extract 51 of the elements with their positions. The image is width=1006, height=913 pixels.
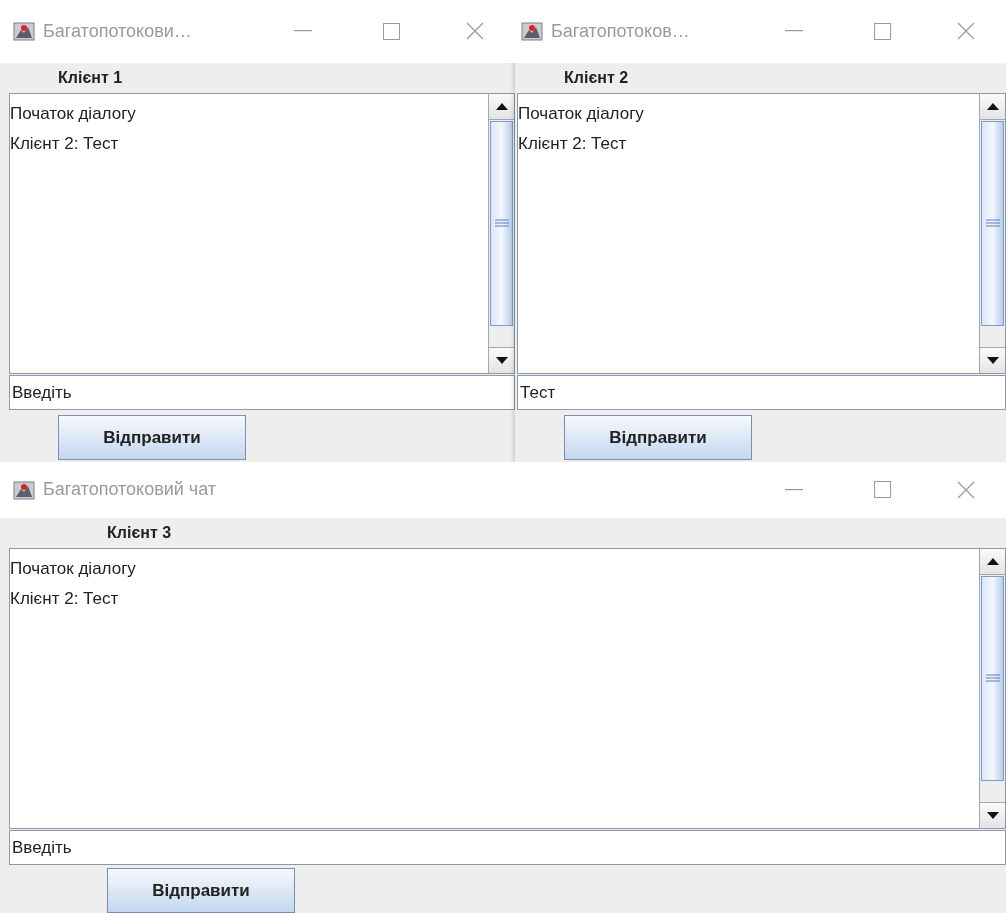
- chat-message: Початок діалогу: [10, 557, 136, 580]
- scrollbar[interactable]: [979, 93, 1005, 374]
- window-title: Багатопотоков…: [551, 19, 690, 43]
- chat-message: Клієнт 2: Тест: [10, 587, 119, 610]
- scroll-thumb[interactable]: [981, 120, 1004, 327]
- maximize-icon[interactable]: [873, 22, 891, 40]
- scroll-up-button[interactable]: [489, 93, 514, 120]
- close-icon[interactable]: [957, 22, 975, 41]
- minimize-icon[interactable]: [785, 488, 803, 491]
- scrollbar[interactable]: [488, 93, 514, 374]
- minimize-icon[interactable]: [785, 30, 803, 33]
- up-arrow-icon: [986, 557, 999, 565]
- client-label: Клієнт 1: [58, 67, 123, 88]
- up-arrow-icon: [495, 102, 508, 110]
- close-icon[interactable]: [957, 480, 975, 499]
- chat-message: Клієнт 2: Тест: [10, 132, 119, 155]
- app-icon: [13, 479, 35, 500]
- app-icon: [13, 21, 35, 42]
- down-arrow-icon: [986, 357, 999, 365]
- window-title: Багатопотоковий чат: [43, 478, 217, 502]
- client-label: Клієнт 2: [564, 67, 629, 88]
- scroll-down-button[interactable]: [980, 802, 1005, 829]
- maximize-icon[interactable]: [382, 22, 400, 40]
- scroll-up-button[interactable]: [980, 93, 1005, 120]
- chat-message: Клієнт 2: Тест: [518, 132, 627, 155]
- minimize-icon[interactable]: [294, 30, 312, 33]
- send-button[interactable]: Відправити: [107, 868, 295, 913]
- window-title: Багатопотокови…: [43, 19, 192, 43]
- scroll-up-button[interactable]: [980, 548, 1005, 575]
- grip-icon: [985, 219, 1000, 228]
- scroll-thumb[interactable]: [490, 120, 513, 327]
- scroll-down-button[interactable]: [980, 347, 1005, 374]
- scroll-down-button[interactable]: [489, 347, 514, 374]
- maximize-icon[interactable]: [873, 481, 891, 499]
- grip-icon: [494, 219, 509, 228]
- chat-message: Початок діалогу: [518, 102, 644, 125]
- message-input[interactable]: Введіть: [9, 830, 1006, 865]
- send-button[interactable]: Відправити: [564, 415, 752, 461]
- client-label: Клієнт 3: [107, 522, 172, 543]
- grip-icon: [985, 674, 1000, 683]
- chat-message: Початок діалогу: [10, 102, 136, 125]
- message-input[interactable]: Введіть: [9, 375, 515, 411]
- down-arrow-icon: [986, 812, 999, 820]
- message-input[interactable]: Тест: [517, 375, 1006, 411]
- close-icon[interactable]: [466, 22, 484, 41]
- send-button[interactable]: Відправити: [58, 415, 246, 461]
- scroll-thumb[interactable]: [981, 575, 1004, 782]
- scrollbar[interactable]: [979, 548, 1005, 829]
- app-icon: [521, 21, 543, 42]
- down-arrow-icon: [495, 357, 508, 365]
- up-arrow-icon: [986, 102, 999, 110]
